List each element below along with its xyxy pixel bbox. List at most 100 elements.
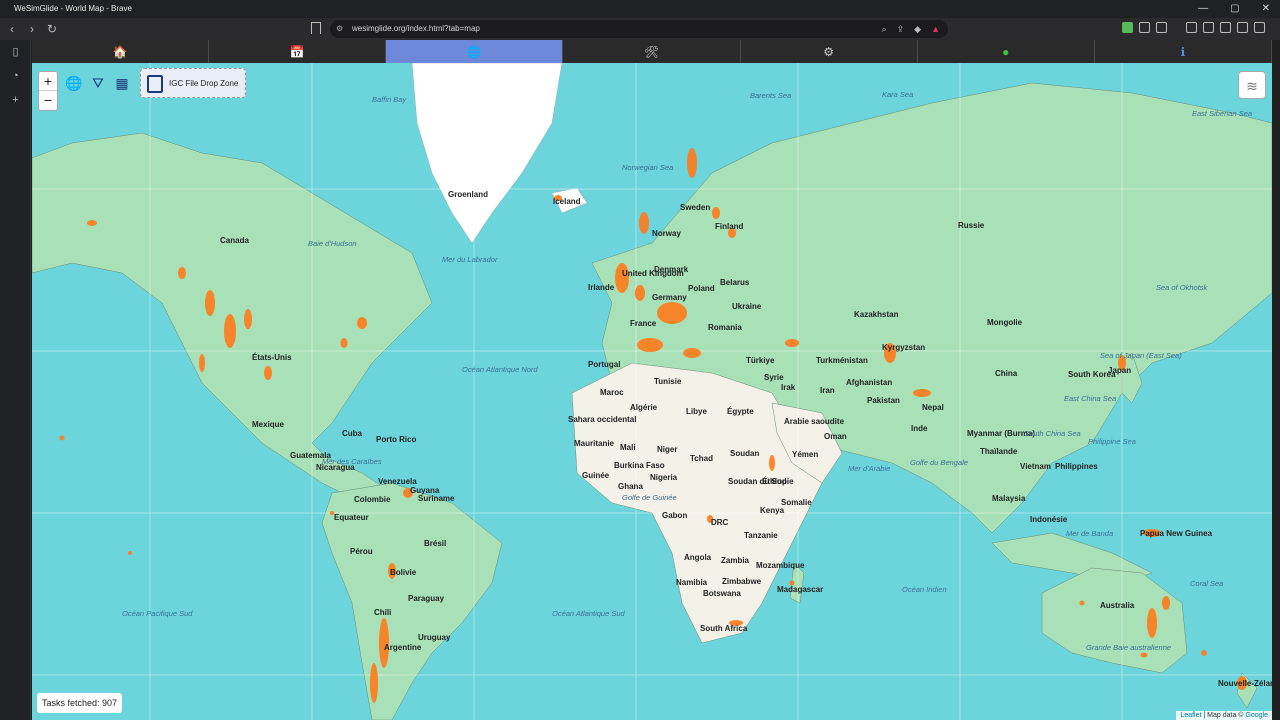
map-label-pacific-south: Océan Pacifique Sud [122,609,193,618]
tab-tools[interactable]: 🛠 [563,40,741,63]
map-label-usa: États-Unis [252,353,292,362]
map-label-france: France [630,319,657,328]
task-track[interactable] [59,435,65,441]
maximize-button[interactable]: ▢ [1230,0,1239,18]
task-track[interactable] [128,551,132,555]
task-track[interactable] [1140,652,1148,658]
reload-icon[interactable]: ↻ [44,22,60,36]
site-settings-icon[interactable]: ⚙ [336,20,343,38]
window-title: WeSimGlide - World Map - Brave [14,4,132,13]
map-label-sweden: Sweden [680,203,711,212]
tab-info[interactable]: ℹ [1095,40,1272,63]
tab-home[interactable]: 🏠 [32,40,210,63]
map-label-ghana: Ghana [618,482,643,491]
task-track[interactable] [1079,600,1085,606]
brave-shield-icon[interactable]: ◆ [914,20,921,38]
close-button[interactable]: ✕ [1262,0,1270,18]
menu-icon[interactable] [1254,22,1265,33]
task-track[interactable] [87,220,97,226]
task-track[interactable] [769,455,775,471]
leaflet-link[interactable]: Leaflet [1180,712,1201,719]
map-label-mongolia: Mongolie [987,318,1023,327]
grid-icon[interactable]: ▦ [112,73,132,93]
task-track[interactable] [340,338,348,348]
bookmark-icon[interactable] [311,22,321,34]
map-label-ukraine: Ukraine [732,302,762,311]
zoom-icon[interactable]: ⌕ [882,20,887,38]
route-filter-icon[interactable]: ⛛ [88,73,108,93]
google-link[interactable]: Google [1245,712,1268,719]
task-track[interactable] [639,212,649,234]
map-label-argentina: Argentine [384,643,422,652]
brave-rewards-icon[interactable]: ▲ [931,20,940,38]
map-label-japan: Japan [1108,366,1132,375]
task-track[interactable] [615,263,629,293]
task-track[interactable] [712,207,720,219]
tab-profile[interactable]: ● [918,40,1095,63]
task-track[interactable] [370,663,378,703]
map-toolbar: 🌐 ⛛ ▦ [64,73,132,93]
task-track[interactable] [264,366,272,380]
map-label-south-africa: South Africa [700,624,748,633]
map-label-paraguay: Paraguay [408,594,445,603]
forward-icon[interactable]: › [24,22,40,36]
tab-settings[interactable]: ⚙ [741,40,918,63]
task-track[interactable] [687,148,697,178]
tools-icon: 🛠 [643,44,660,59]
map-label-india: Inde [911,424,928,433]
zoom-out-button[interactable]: − [39,91,57,110]
tab-map[interactable]: 🌐 [386,40,564,63]
wallet-icon[interactable] [1203,22,1214,33]
map-tiles [32,63,1272,720]
minimize-button[interactable]: — [1198,0,1208,18]
sidebar-toggle-icon[interactable] [1186,22,1197,33]
globe-filter-icon[interactable]: 🌐 [64,73,84,93]
world-map[interactable]: Groenland Iceland Sweden Finland Norway Russi… [32,63,1272,720]
task-track[interactable] [785,339,799,347]
map-label-chad: Tchad [690,454,713,463]
task-track[interactable] [244,309,252,329]
share-icon[interactable]: ⇪ [897,20,905,38]
vpn-icon[interactable] [1237,22,1248,33]
australia-land [1041,567,1188,674]
map-label-burkina: Burkina Faso [614,461,665,470]
task-track[interactable] [224,314,236,348]
task-track[interactable] [913,389,931,397]
task-track[interactable] [357,317,367,329]
task-track[interactable] [178,267,186,279]
sidebar-add-icon[interactable]: + [0,88,31,112]
extension-icon[interactable] [1122,22,1133,33]
task-track[interactable] [657,302,687,324]
task-track[interactable] [635,285,645,301]
task-track[interactable] [637,338,663,352]
map-label-nepal: Nepal [922,403,944,412]
task-track[interactable] [683,348,701,358]
map-label-s-china: South China Sea [1024,429,1081,438]
browser-toolbar: ‹ › ↻ ⚙ wesimglide.org/index.html?tab=ma… [0,18,1280,40]
puzzle-icon[interactable] [1139,22,1150,33]
task-track[interactable] [1147,608,1157,638]
map-label-poland: Poland [688,284,715,293]
map-label-uruguay: Uruguay [418,633,451,642]
task-track[interactable] [199,354,205,372]
layers-control-icon[interactable]: ≋ [1238,71,1266,99]
igc-drop-zone[interactable]: IGC File Drop Zone [140,68,246,98]
map-label-tanzania: Tanzanie [744,531,778,540]
task-track[interactable] [1162,596,1170,610]
address-bar[interactable]: ⚙ wesimglide.org/index.html?tab=map ⌕ ⇪ … [330,20,948,38]
sidebar-site-icon[interactable]: ◔ [0,64,31,88]
gear-icon: ⚙ [823,44,835,59]
task-track[interactable] [1201,650,1207,656]
map-label-drc: DRC [711,518,729,527]
task-track[interactable] [205,290,215,316]
map-label-pakistan: Pakistan [867,396,900,405]
back-icon[interactable]: ‹ [4,22,20,36]
map-label-germany: Germany [652,293,687,302]
tab-icon[interactable] [1156,22,1167,33]
zoom-in-button[interactable]: + [39,72,57,91]
tab-calendar[interactable]: 📅 [209,40,387,63]
leo-ai-icon[interactable] [1220,22,1231,33]
map-label-greenland: Groenland [448,190,489,199]
map-label-ireland: Irlande [588,283,615,292]
sidebar-panel-icon[interactable]: ▯ [0,40,31,64]
